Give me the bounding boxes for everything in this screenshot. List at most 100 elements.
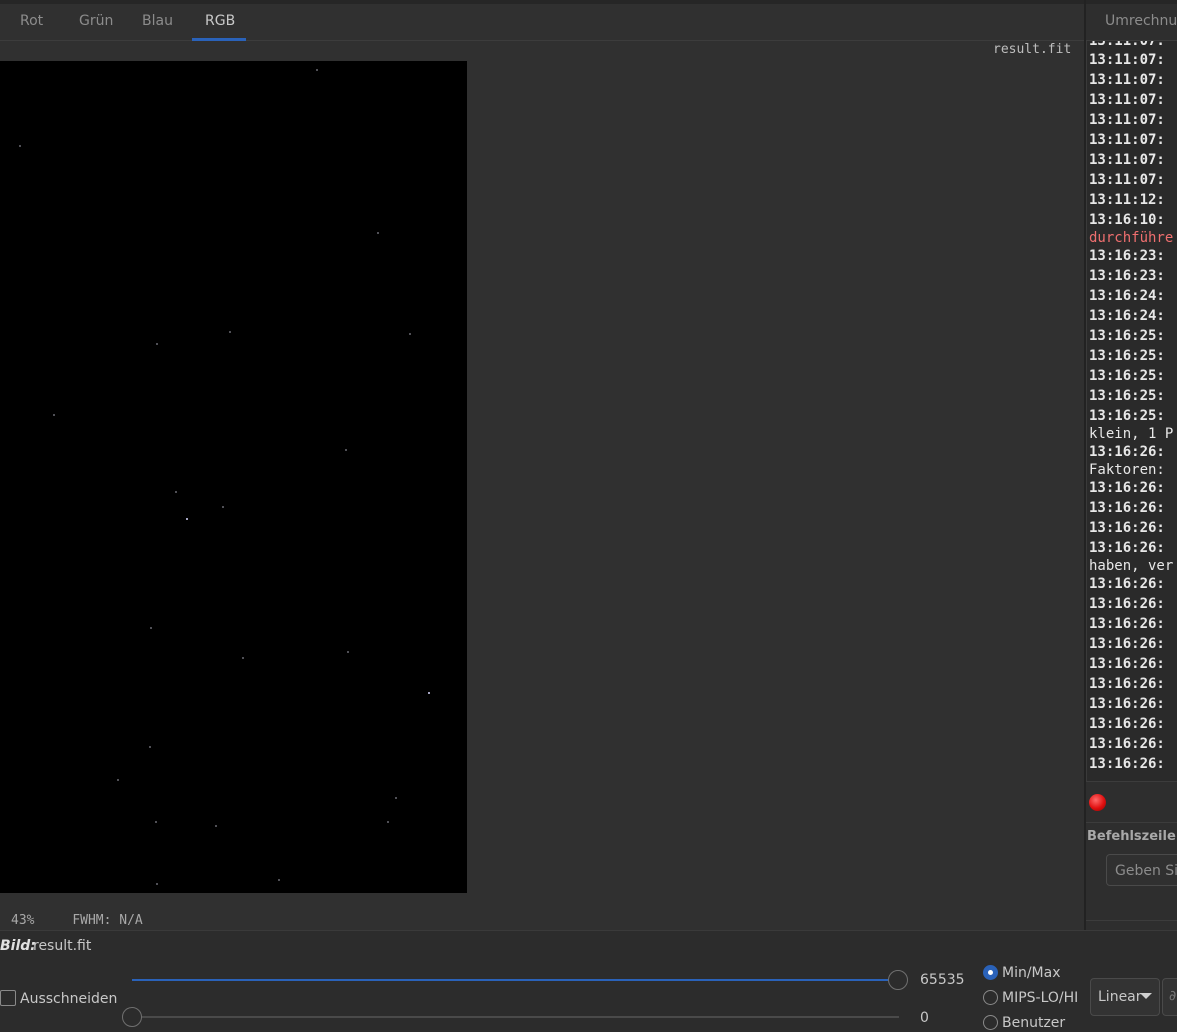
- tab-rot[interactable]: Rot: [20, 13, 43, 29]
- log-line: 13:16:26:: [1089, 596, 1165, 612]
- console-pane: Umrechnung 13:11:07: 13:11:07:13:11:07:1…: [1086, 0, 1177, 930]
- log-line: 13:11:07:: [1089, 132, 1165, 148]
- status-indicator: [1089, 794, 1106, 811]
- log-line: 13:16:25:: [1089, 368, 1165, 384]
- star: [149, 746, 151, 748]
- image-name-value: result.fit: [33, 938, 92, 954]
- radio-benutzer-label[interactable]: Benutzer: [1002, 1015, 1065, 1031]
- log-line: 13:16:26:: [1089, 540, 1165, 556]
- log-line: 13:16:26:: [1089, 480, 1165, 496]
- log-line: 13:16:26:: [1089, 676, 1165, 692]
- log-line: klein, 1 P: [1089, 426, 1174, 442]
- star: [316, 69, 318, 71]
- star: [229, 331, 231, 333]
- star: [155, 821, 157, 823]
- separator: [1086, 822, 1177, 823]
- image-label: Bild:: [0, 938, 36, 954]
- radio-mips[interactable]: [983, 990, 998, 1005]
- star: [377, 232, 379, 234]
- star: [215, 825, 217, 827]
- display-controls-bar: Bild: result.fit Ausschneiden 65535 0 Mi…: [0, 930, 1177, 1032]
- log-line: 13:16:25:: [1089, 348, 1165, 364]
- star: [156, 883, 158, 885]
- low-slider-handle[interactable]: [122, 1007, 142, 1027]
- log-line: 13:16:25:: [1089, 388, 1165, 404]
- log-line: 13:11:07:: [1089, 112, 1165, 128]
- log-line: 13:16:26:: [1089, 756, 1165, 772]
- image-filename-label: result.fit: [993, 42, 1072, 57]
- star: [395, 797, 397, 799]
- high-slider-value: 65535: [920, 972, 965, 988]
- top-strip: [1086, 0, 1177, 4]
- star: [150, 627, 152, 629]
- log-line: 13:11:07:: [1089, 92, 1165, 108]
- log-line: 13:11:07:: [1089, 52, 1165, 68]
- log-line: durchführe: [1089, 230, 1174, 246]
- scale-select[interactable]: Linear: [1090, 978, 1160, 1016]
- radio-mips-label[interactable]: MIPS-LO/HI: [1002, 990, 1078, 1006]
- tab-blau[interactable]: Blau: [142, 13, 173, 29]
- log-line: 13:16:26:: [1089, 736, 1165, 752]
- log-line: 13:16:26:: [1089, 444, 1165, 460]
- command-input[interactable]: Geben Sie: [1106, 854, 1177, 886]
- radio-benutzer[interactable]: [983, 1015, 998, 1030]
- star: [278, 879, 280, 881]
- low-slider-value: 0: [920, 1010, 929, 1026]
- star: [242, 657, 244, 659]
- star: [53, 414, 55, 416]
- log-line: 13:11:07:: [1089, 72, 1165, 88]
- star: [345, 449, 347, 451]
- channel-tabs: Rot Grün Blau RGB: [0, 4, 1084, 41]
- log-line: 13:16:10:: [1089, 212, 1165, 228]
- star: [117, 779, 119, 781]
- log-line: Faktoren:: [1089, 462, 1165, 478]
- log-border: [1086, 781, 1177, 782]
- log-output[interactable]: 13:11:07: 13:11:07: 13:11:07: 13:11:07: 13:…: [1086, 41, 1177, 781]
- star: [347, 651, 349, 653]
- star-bright: [428, 692, 430, 694]
- star: [409, 333, 411, 335]
- star-bright: [186, 518, 188, 520]
- log-line: 13:16:26:: [1089, 616, 1165, 632]
- log-line-partial: 13:11:07:: [1089, 41, 1165, 49]
- image-viewer-pane: Rot Grün Blau RGB result.fit 43% FWHM: N…: [0, 0, 1084, 930]
- separator: [1086, 920, 1177, 921]
- log-line: 13:16:26:: [1089, 520, 1165, 536]
- scale-select-value: Linear: [1098, 989, 1142, 1005]
- link-button[interactable]: ∂: [1162, 978, 1177, 1016]
- log-line: 13:16:23:: [1089, 268, 1165, 284]
- log-line: 13:11:07:: [1089, 152, 1165, 168]
- command-line-label: Befehlszeile: [1087, 829, 1176, 844]
- low-slider-track[interactable]: [132, 1016, 899, 1018]
- log-line: 13:16:24:: [1089, 308, 1165, 324]
- log-line: 13:16:26:: [1089, 696, 1165, 712]
- high-slider-handle[interactable]: [888, 970, 908, 990]
- high-slider-track[interactable]: [132, 979, 899, 981]
- crop-label[interactable]: Ausschneiden: [20, 991, 117, 1007]
- log-line: 13:16:25:: [1089, 328, 1165, 344]
- log-line: 13:16:26:: [1089, 500, 1165, 516]
- log-line: 13:16:26:: [1089, 656, 1165, 672]
- image-canvas[interactable]: [0, 61, 467, 893]
- log-line: 13:16:26:: [1089, 636, 1165, 652]
- active-tab-indicator: [192, 38, 246, 41]
- tab-rgb[interactable]: RGB: [205, 13, 235, 29]
- log-line: 13:16:26:: [1089, 576, 1165, 592]
- chevron-down-icon: [1140, 993, 1152, 999]
- log-line: 13:16:23:: [1089, 248, 1165, 264]
- tab-umrechnung[interactable]: Umrechnung: [1105, 13, 1177, 29]
- image-status-row: 43% FWHM: N/A: [11, 913, 173, 928]
- tab-gruen[interactable]: Grün: [79, 13, 113, 29]
- crop-checkbox[interactable]: [0, 990, 16, 1006]
- log-line: haben, ver: [1089, 558, 1174, 574]
- link-icon: ∂: [1169, 988, 1177, 1004]
- log-line: 13:11:12:: [1089, 192, 1165, 208]
- star: [175, 491, 177, 493]
- star: [387, 821, 389, 823]
- radio-minmax[interactable]: [983, 965, 998, 980]
- star: [19, 145, 21, 147]
- log-line: 13:16:24:: [1089, 288, 1165, 304]
- log-line: 13:16:26:: [1089, 716, 1165, 732]
- radio-minmax-label[interactable]: Min/Max: [1002, 965, 1061, 981]
- fwhm-readout: FWHM: N/A: [72, 913, 143, 928]
